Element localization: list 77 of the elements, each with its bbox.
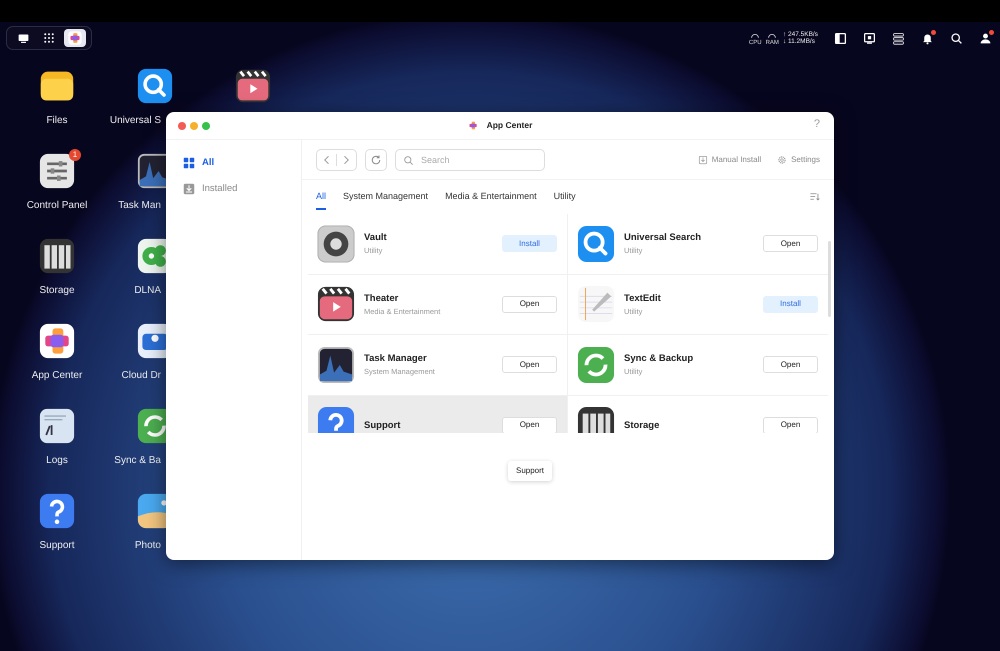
document-icon [39, 408, 75, 444]
desktop-icon-label[interactable]: Support [39, 541, 75, 551]
category-tab[interactable]: System Management [343, 184, 428, 210]
app-card[interactable]: Storage Open [568, 396, 828, 433]
drive-bays-icon [39, 238, 75, 274]
clapperboard-icon [317, 285, 355, 324]
app-name: Universal Search [624, 232, 702, 244]
app-name: Task Manager [364, 353, 428, 364]
search-icon [950, 32, 963, 44]
grid-icon [183, 157, 195, 170]
app-name: Theater [364, 292, 400, 304]
refresh-icon [370, 154, 382, 166]
question-mark-icon [317, 406, 355, 433]
user-icon [979, 32, 992, 44]
magnifier-icon [137, 68, 173, 104]
bell-icon [921, 32, 934, 44]
app-name: Storage [624, 420, 660, 431]
app-blocks-icon [468, 120, 479, 131]
desktop-icon-label[interactable]: DLNA [134, 286, 161, 296]
desktop-icon-label[interactable]: Task Man [118, 201, 161, 211]
open-button[interactable]: Open [763, 356, 818, 374]
drive-bays-icon [577, 406, 615, 433]
desktop-icon-label[interactable]: Sync & Ba [114, 456, 161, 466]
download-tray-icon [183, 183, 195, 196]
question-mark-icon [39, 493, 75, 529]
refresh-button[interactable] [365, 148, 387, 170]
open-button[interactable]: Open [502, 356, 557, 374]
window-title: App Center [486, 119, 532, 132]
category-tab[interactable]: All [316, 184, 326, 210]
search-field[interactable]: Search [395, 148, 545, 170]
app-name: Support [364, 420, 400, 431]
install-button[interactable]: Install [763, 296, 818, 313]
open-button[interactable]: Open [763, 235, 818, 252]
app-card[interactable]: Support Open [308, 396, 568, 433]
desktop-icon-label[interactable]: Logs [46, 456, 68, 466]
sidebar-item[interactable]: All [166, 150, 301, 176]
scrollbar-thumb[interactable] [828, 241, 831, 317]
category-tab[interactable]: Media & Entertainment [445, 184, 537, 210]
notepad-icon [577, 285, 615, 324]
sidebar-panel-icon [834, 32, 847, 44]
open-button[interactable]: Open [763, 416, 818, 433]
app-name: Sync & Backup [624, 353, 694, 364]
desktop-icon-label[interactable]: Control Panel [26, 201, 88, 211]
app-name: Vault [364, 232, 387, 244]
desktop-icon-label[interactable]: Photo [134, 541, 161, 551]
sidebar-item[interactable]: Installed [166, 176, 301, 202]
toolbar-action[interactable]: Manual Install [698, 154, 762, 166]
desktop-icon-label[interactable]: Cloud Dr [122, 371, 161, 381]
magnifier-icon [577, 224, 615, 263]
monitor-icon [863, 32, 876, 44]
app-blocks-icon [39, 323, 75, 359]
monitor-icon [16, 32, 30, 44]
tooltip: Support [508, 461, 552, 481]
clapperboard-icon [235, 68, 271, 104]
install-button[interactable]: Install [502, 235, 557, 252]
grid-dots-icon [43, 32, 55, 44]
chart-icon [317, 346, 355, 384]
open-button[interactable]: Open [502, 416, 557, 433]
desktop-icon-label[interactable]: Files [46, 116, 68, 126]
category-tab[interactable]: Utility [554, 184, 576, 210]
desktop-icon-label[interactable]: App Center [32, 371, 82, 381]
server-list-icon [892, 32, 905, 44]
sort-icon [809, 191, 820, 202]
open-button[interactable]: Open [502, 296, 557, 313]
app-blocks-icon [68, 31, 82, 45]
zoom-button[interactable] [202, 122, 210, 130]
toolbar-action[interactable]: Settings [777, 154, 820, 166]
close-button[interactable] [178, 122, 186, 130]
dial-icon [317, 224, 355, 263]
gear-icon [777, 154, 788, 164]
sync-arrows-icon [577, 346, 615, 384]
app-name: TextEdit [624, 292, 661, 304]
download-box-icon [698, 154, 708, 164]
desktop-icon-label[interactable]: Storage [39, 286, 75, 296]
minimize-button[interactable] [190, 122, 198, 130]
dock-item[interactable] [64, 29, 86, 47]
desktop-icon-label[interactable]: Universal S [110, 116, 161, 126]
